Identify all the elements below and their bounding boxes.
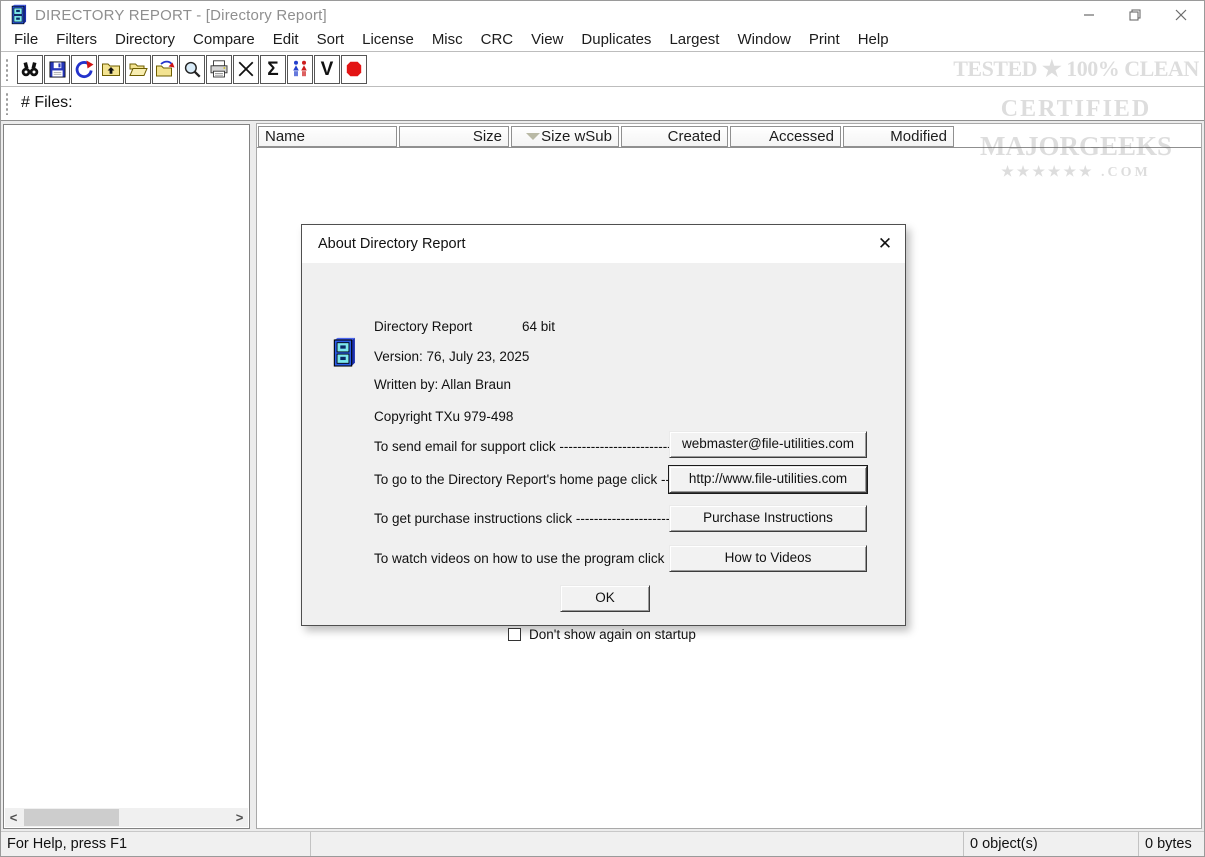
dont-show-label: Don't show again on startup	[529, 627, 696, 642]
window-title: DIRECTORY REPORT - [Directory Report]	[35, 7, 327, 24]
restore-button[interactable]	[1112, 1, 1158, 29]
files-count-label: # Files:	[21, 94, 73, 112]
ok-button[interactable]: OK	[560, 585, 650, 612]
folder-open-button[interactable]	[125, 55, 151, 84]
status-help-text: For Help, press F1	[1, 832, 311, 856]
menu-edit[interactable]: Edit	[264, 29, 308, 51]
menu-largest[interactable]: Largest	[660, 29, 728, 51]
toolbar-grip[interactable]	[3, 57, 13, 81]
about-dialog-body: Directory Report 64 bit Version: 76, Jul…	[302, 263, 905, 627]
purchase-label: To get purchase instructions click -----…	[374, 511, 683, 526]
duplicates-people-icon	[290, 59, 310, 79]
find-button[interactable]	[17, 55, 43, 84]
videos-label: To watch videos on how to use the progra…	[374, 551, 664, 566]
about-dialog-title: About Directory Report	[318, 236, 465, 252]
column-header-created[interactable]: Created	[621, 126, 728, 147]
startup-checkbox-row: Don't show again on startup	[508, 627, 696, 642]
column-header-name[interactable]: Name	[258, 126, 397, 147]
folder-go-button[interactable]	[152, 55, 178, 84]
app-cabinet-icon	[9, 4, 27, 26]
menu-directory[interactable]: Directory	[106, 29, 184, 51]
support-email-button[interactable]: webmaster@file-utilities.com	[669, 431, 867, 458]
about-author: Written by: Allan Braun	[374, 377, 511, 392]
close-button[interactable]	[1158, 1, 1204, 29]
menu-window[interactable]: Window	[728, 29, 799, 51]
status-bar: For Help, press F1 0 object(s) 0 bytes	[1, 831, 1204, 856]
directory-tree-panel[interactable]: < >	[3, 124, 250, 829]
about-copyright: Copyright TXu 979-498	[374, 409, 513, 424]
save-floppy-icon	[48, 60, 67, 79]
filesbar-grip[interactable]	[3, 91, 13, 115]
menu-duplicates[interactable]: Duplicates	[572, 29, 660, 51]
about-dialog: About Directory Report ✕ Directory Repor…	[301, 224, 906, 626]
folder-open-icon	[128, 59, 148, 79]
folder-up-icon	[101, 59, 121, 79]
sort-descending-icon	[526, 133, 540, 140]
menu-file[interactable]: File	[5, 29, 47, 51]
magnifier-icon	[183, 60, 202, 79]
home-page-label: To go to the Directory Report's home pag…	[374, 472, 678, 487]
column-header-modified[interactable]: Modified	[843, 126, 954, 147]
stop-button[interactable]	[341, 55, 367, 84]
minimize-button[interactable]	[1066, 1, 1112, 29]
menu-sort[interactable]: Sort	[308, 29, 354, 51]
duplicates-button[interactable]	[287, 55, 313, 84]
about-bitness: 64 bit	[522, 319, 555, 334]
refresh-icon	[74, 59, 94, 79]
scrollbar-thumb[interactable]	[24, 809, 119, 826]
menu-license[interactable]: License	[353, 29, 423, 51]
menu-view[interactable]: View	[522, 29, 572, 51]
about-cabinet-icon	[330, 335, 356, 374]
print-icon	[209, 59, 229, 79]
toolbar: Σ V	[1, 52, 1204, 87]
about-dialog-titlebar: About Directory Report ✕	[302, 225, 905, 263]
menu-print[interactable]: Print	[800, 29, 849, 51]
menu-crc[interactable]: CRC	[472, 29, 523, 51]
about-app-name: Directory Report	[374, 319, 472, 334]
stop-record-icon	[345, 60, 363, 78]
print-button[interactable]	[206, 55, 232, 84]
save-button[interactable]	[44, 55, 70, 84]
dont-show-checkbox[interactable]	[508, 628, 521, 641]
refresh-button[interactable]	[71, 55, 97, 84]
find-binoculars-icon	[20, 59, 40, 79]
column-header-size[interactable]: Size	[399, 126, 509, 147]
scrollbar-track[interactable]	[22, 808, 231, 827]
menu-help[interactable]: Help	[849, 29, 898, 51]
files-count-bar: # Files:	[1, 87, 1204, 119]
sum-button[interactable]: Σ	[260, 55, 286, 84]
folder-up-button[interactable]	[98, 55, 124, 84]
scroll-right-icon[interactable]: >	[231, 808, 248, 827]
title-bar: DIRECTORY REPORT - [Directory Report]	[1, 1, 1204, 29]
delete-button[interactable]	[233, 55, 259, 84]
tree-horizontal-scrollbar[interactable]: < >	[5, 808, 248, 827]
status-middle-pane	[311, 832, 964, 856]
check-v-icon: V	[321, 60, 334, 79]
menu-filters[interactable]: Filters	[47, 29, 106, 51]
about-close-button[interactable]: ✕	[865, 225, 905, 263]
column-header-accessed[interactable]: Accessed	[730, 126, 841, 147]
scroll-left-icon[interactable]: <	[5, 808, 22, 827]
purchase-instructions-button[interactable]: Purchase Instructions	[669, 505, 867, 532]
column-header-size-wsub[interactable]: Size wSub	[511, 126, 619, 147]
status-object-count: 0 object(s)	[964, 832, 1139, 856]
menu-misc[interactable]: Misc	[423, 29, 472, 51]
how-to-videos-button[interactable]: How to Videos	[669, 545, 867, 572]
folder-go-icon	[155, 59, 175, 79]
list-header-row: Name Size Size wSub Created Accessed Mod…	[257, 124, 1201, 148]
sum-sigma-icon: Σ	[267, 60, 278, 79]
zoom-button[interactable]	[179, 55, 205, 84]
menu-compare[interactable]: Compare	[184, 29, 264, 51]
delete-x-icon	[237, 60, 255, 78]
menu-bar: File Filters Directory Compare Edit Sort…	[1, 29, 1204, 52]
status-byte-count: 0 bytes	[1139, 832, 1204, 856]
home-page-button[interactable]: http://www.file-utilities.com	[669, 466, 867, 493]
verify-button[interactable]: V	[314, 55, 340, 84]
about-version: Version: 76, July 23, 2025	[374, 349, 529, 364]
support-email-label: To send email for support click --------…	[374, 439, 684, 454]
